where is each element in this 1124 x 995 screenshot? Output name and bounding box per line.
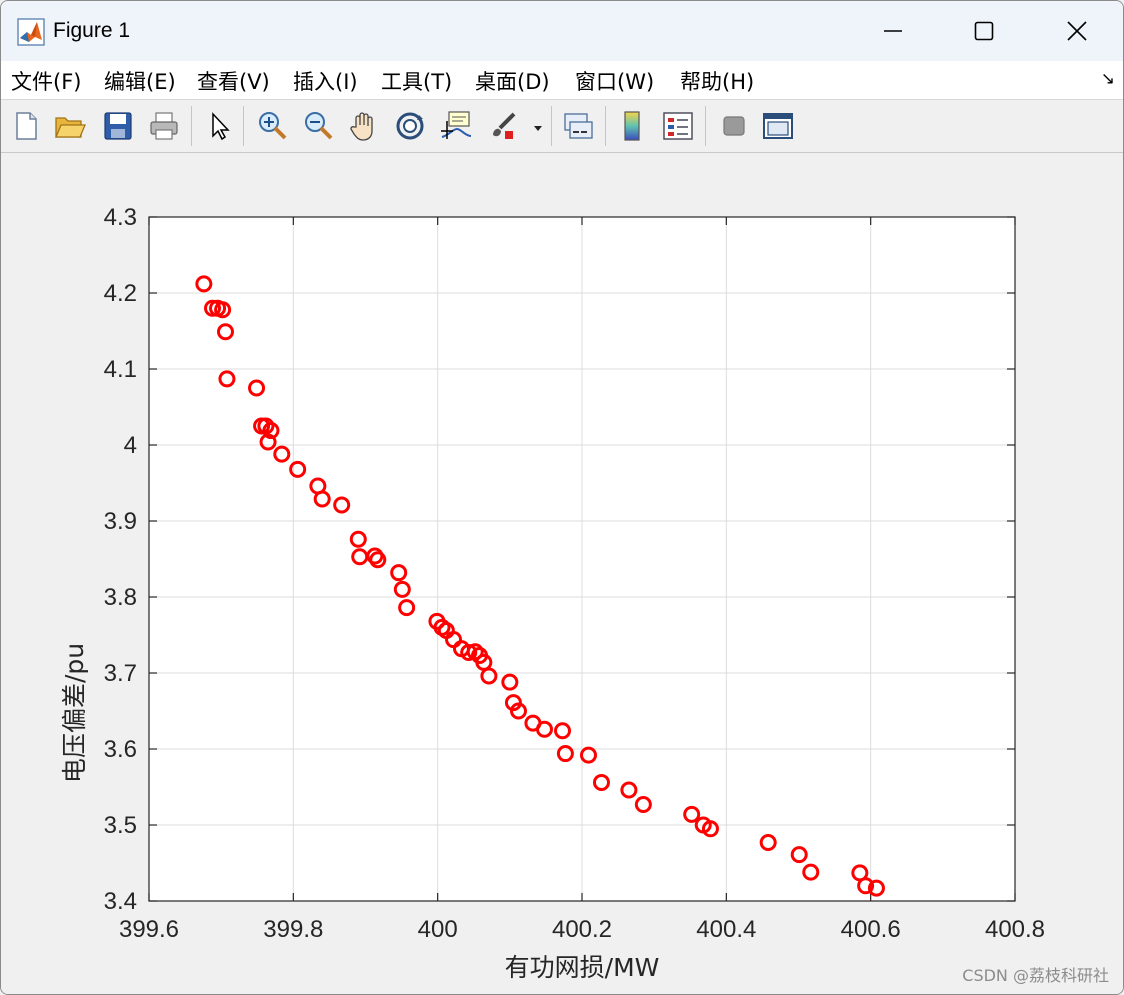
x-tick-label: 400.2 xyxy=(552,916,612,943)
maximize-icon xyxy=(974,21,994,41)
y-tick-label: 3.9 xyxy=(104,508,137,535)
print-button[interactable] xyxy=(147,109,181,143)
x-axis-label: 有功网损/MW xyxy=(505,953,660,982)
hide-plot-tools-icon xyxy=(723,116,745,136)
toolbar-separator xyxy=(605,106,606,146)
pan-button[interactable] xyxy=(347,109,381,143)
title-bar: Figure 1 xyxy=(1,1,1123,61)
figure-toolbar xyxy=(1,100,1123,153)
data-cursor-button[interactable] xyxy=(439,109,473,143)
save-icon xyxy=(104,112,132,140)
pointer-icon xyxy=(212,112,230,141)
rotate-3d-button[interactable] xyxy=(393,109,427,143)
data-cursor-icon xyxy=(441,111,472,139)
brush-button[interactable] xyxy=(487,109,521,143)
pointer-button[interactable] xyxy=(203,109,237,143)
menu-edit[interactable]: 编辑(E) xyxy=(104,66,176,96)
figure-window: Figure 1 文件(F) 编辑(E) 查看(V) 插入(I) 工具(T) 桌… xyxy=(0,0,1124,995)
new-figure-button[interactable] xyxy=(9,109,43,143)
y-tick-label: 3.7 xyxy=(104,660,137,687)
menu-tools[interactable]: 工具(T) xyxy=(381,66,452,96)
zoom-out-button[interactable] xyxy=(301,109,335,143)
show-plot-tools-button[interactable] xyxy=(761,109,795,143)
menu-file[interactable]: 文件(F) xyxy=(11,66,81,96)
y-tick-label: 3.8 xyxy=(104,584,137,611)
hide-plot-tools-button[interactable] xyxy=(717,109,751,143)
open-file-button[interactable] xyxy=(53,109,87,143)
minimize-icon xyxy=(884,30,902,32)
window-title: Figure 1 xyxy=(53,19,131,42)
y-tick-label: 4.1 xyxy=(104,356,137,383)
toolbar-separator xyxy=(705,106,706,146)
close-icon xyxy=(1067,21,1087,41)
minimize-button[interactable] xyxy=(865,11,921,51)
figure-canvas: 399.6 399.8 400 400.2 400.4 400.6 400.8 3.4 3.5… xyxy=(1,153,1123,994)
menu-desktop[interactable]: 桌面(D) xyxy=(475,66,550,96)
legend-icon xyxy=(663,112,693,140)
menu-bar: 文件(F) 编辑(E) 查看(V) 插入(I) 工具(T) 桌面(D) 窗口(W… xyxy=(1,61,1123,100)
zoom-in-button[interactable] xyxy=(255,109,289,143)
save-button[interactable] xyxy=(101,109,135,143)
zoom-in-icon xyxy=(259,112,287,140)
menu-view[interactable]: 查看(V) xyxy=(197,66,270,96)
link-plot-button[interactable] xyxy=(561,109,595,143)
x-tick-label: 400.4 xyxy=(696,916,756,943)
colorbar-icon xyxy=(624,111,640,141)
toolbar-separator xyxy=(551,106,552,146)
close-button[interactable] xyxy=(1049,11,1105,51)
new-figure-icon xyxy=(16,112,37,140)
toolbar-separator xyxy=(191,106,192,146)
x-tick-label: 400.8 xyxy=(985,916,1045,943)
show-plot-tools-icon xyxy=(763,113,793,139)
open-file-icon xyxy=(55,117,86,138)
print-icon xyxy=(150,112,178,140)
link-plot-icon xyxy=(564,113,593,139)
menu-help[interactable]: 帮助(H) xyxy=(680,66,754,96)
matlab-logo-icon xyxy=(17,18,45,46)
x-tick-label: 400.6 xyxy=(841,916,901,943)
brush-dropdown-arrow-icon[interactable] xyxy=(533,118,543,131)
x-tick-label: 400 xyxy=(418,916,458,943)
toolbar-separator xyxy=(243,106,244,146)
y-tick-label: 3.6 xyxy=(104,736,137,763)
y-tick-label: 4.3 xyxy=(104,204,137,231)
rotate-3d-icon xyxy=(396,112,424,140)
y-tick-labels: 3.4 3.5 3.6 3.7 3.8 3.9 4 4.1 4.2 4.3 xyxy=(104,204,137,915)
dock-arrow-icon[interactable]: ↘ xyxy=(1101,69,1115,89)
brush-icon xyxy=(493,112,516,139)
y-tick-label: 4 xyxy=(124,432,137,459)
zoom-out-icon xyxy=(305,112,333,140)
y-axis-label: 电压偏差/pu xyxy=(60,643,89,783)
maximize-button[interactable] xyxy=(956,11,1012,51)
watermark-text: CSDN @荔枝科研社 xyxy=(962,966,1109,985)
y-tick-label: 3.5 xyxy=(104,812,137,839)
legend-button[interactable] xyxy=(661,109,695,143)
pan-hand-icon xyxy=(350,112,373,141)
menu-window[interactable]: 窗口(W) xyxy=(575,66,654,96)
colorbar-button[interactable] xyxy=(615,109,649,143)
y-tick-label: 4.2 xyxy=(104,280,137,307)
menu-insert[interactable]: 插入(I) xyxy=(293,66,358,96)
y-tick-label: 3.4 xyxy=(104,888,137,915)
x-tick-labels: 399.6 399.8 400 400.2 400.4 400.6 400.8 xyxy=(119,916,1045,943)
x-tick-label: 399.6 xyxy=(119,916,179,943)
x-tick-label: 399.8 xyxy=(263,916,323,943)
scatter-plot[interactable]: 399.6 399.8 400 400.2 400.4 400.6 400.8 3.4 3.5… xyxy=(1,153,1123,994)
